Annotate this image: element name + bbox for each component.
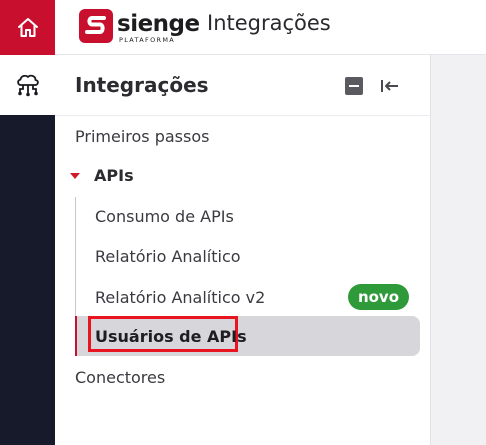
integrations-panel: Integrações Primeiros passos APIs Consum… (55, 55, 431, 445)
nav-relatorio-analitico-v2[interactable]: Relatório Analítico v2 (95, 288, 265, 307)
nav-primeiros-passos[interactable]: Primeiros passos (75, 127, 209, 146)
panel-title: Integrações (75, 73, 209, 97)
nav-conectores[interactable]: Conectores (75, 368, 165, 387)
rail-home-button[interactable] (0, 0, 55, 55)
sienge-logo[interactable]: sienge PLATAFORMA (79, 9, 200, 45)
top-header: sienge PLATAFORMA Integrações (55, 0, 486, 55)
brand-wordmark: sienge (117, 11, 200, 37)
minimize-button[interactable] (345, 77, 363, 95)
new-badge: novo (348, 284, 409, 310)
cloud-network-icon (16, 74, 39, 97)
collapse-left-icon (381, 80, 398, 92)
nav-relatorio-analitico[interactable]: Relatório Analítico (95, 247, 241, 266)
sienge-logo-mark (79, 9, 113, 43)
nav-usuarios-de-apis[interactable]: Usuários de APIs (95, 327, 247, 346)
panel-header: Integrações (55, 55, 430, 116)
app: sienge PLATAFORMA Integrações Integraçõe… (0, 0, 486, 445)
brand-subtitle: PLATAFORMA (119, 36, 175, 44)
collapse-panel-button[interactable] (379, 76, 401, 96)
home-icon (17, 17, 38, 37)
nav-consumo-de-apis[interactable]: Consumo de APIs (95, 207, 234, 226)
rail-integrations-button[interactable] (0, 55, 55, 115)
page-title: Integrações (207, 11, 331, 35)
left-rail (0, 0, 55, 445)
caret-down-icon[interactable] (70, 173, 80, 179)
nav-apis[interactable]: APIs (94, 166, 134, 185)
